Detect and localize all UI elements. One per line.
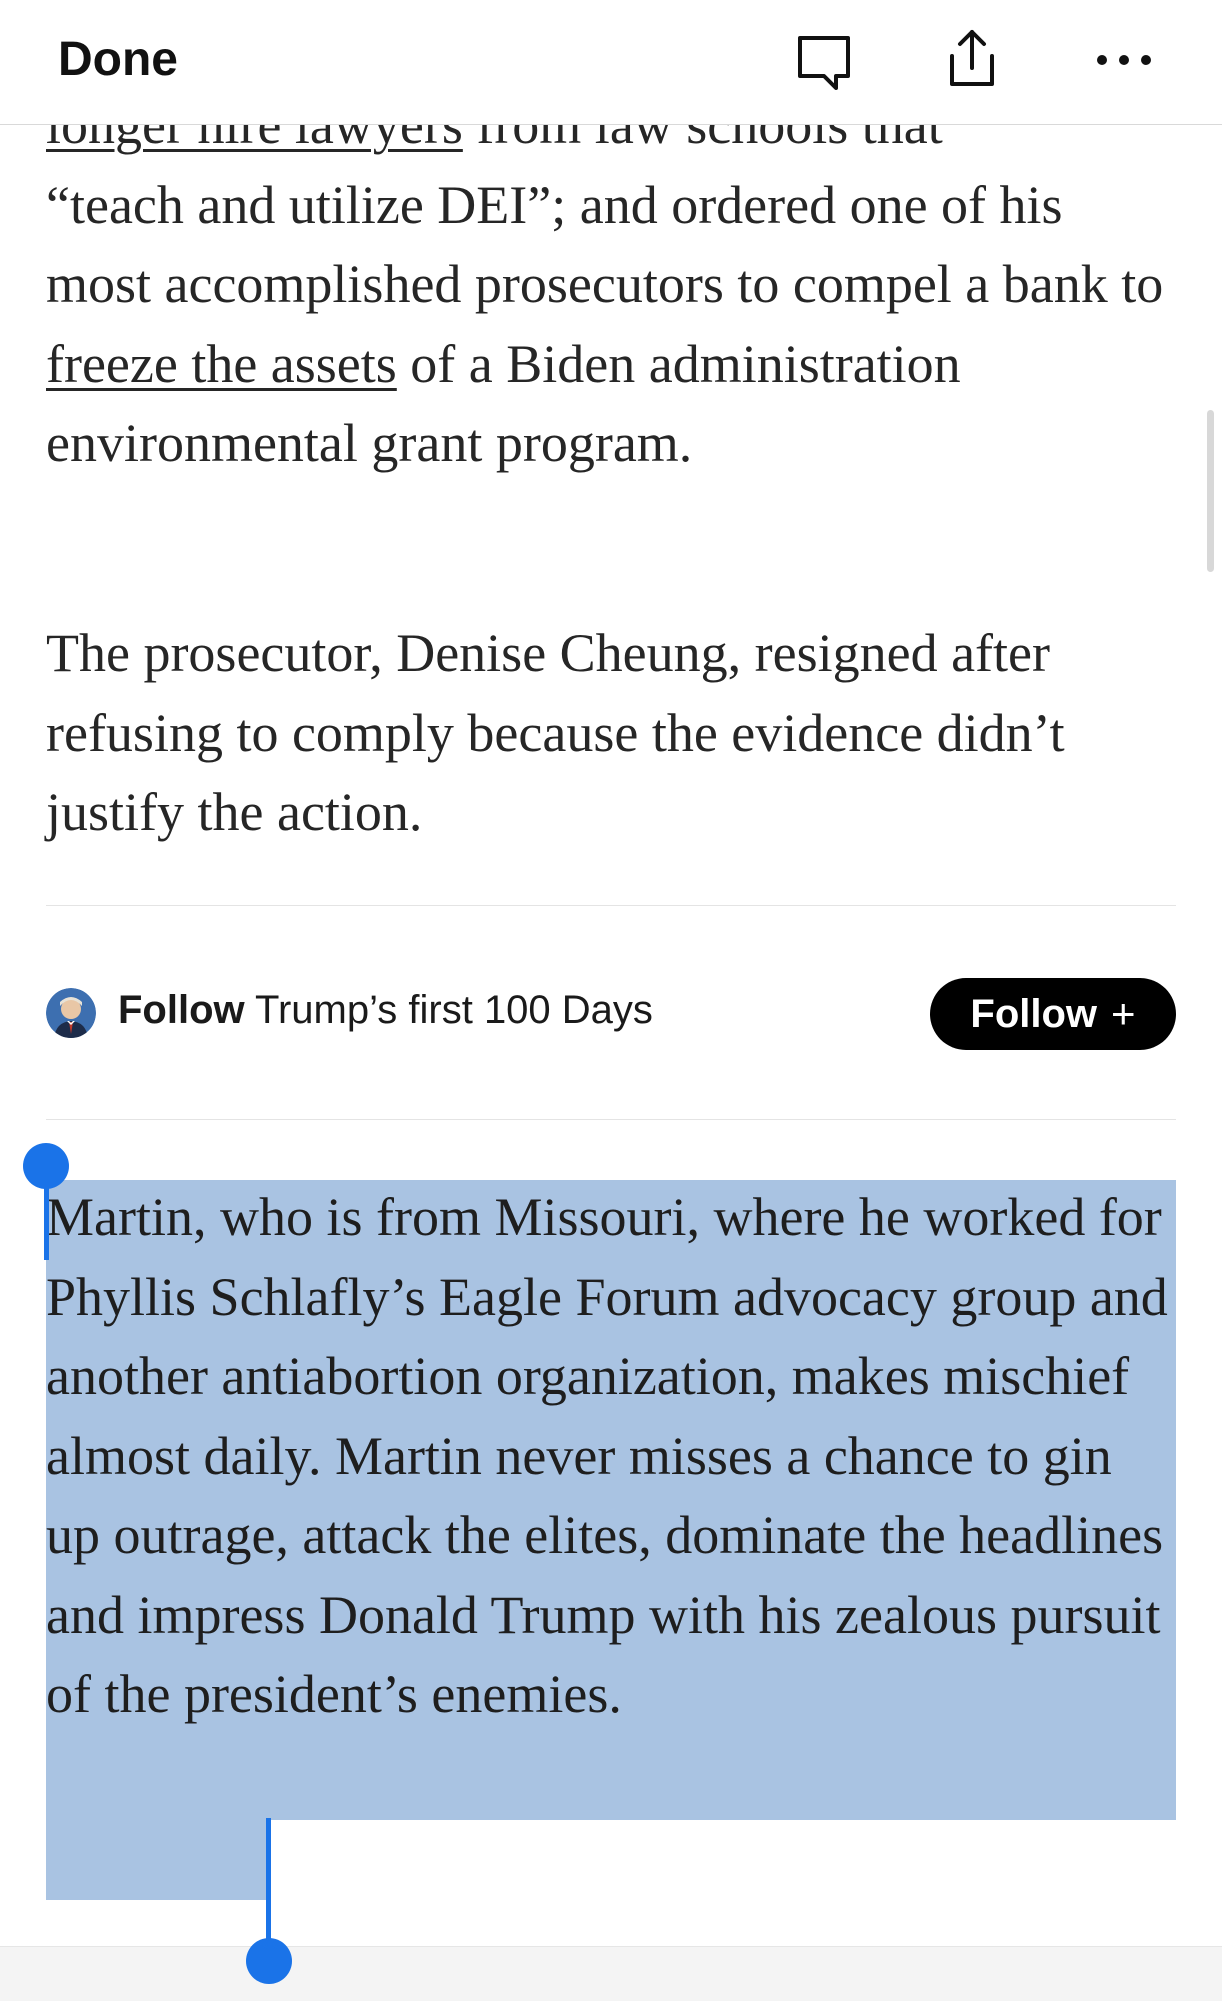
selection-end-handle[interactable] [246, 1938, 292, 1984]
divider [46, 905, 1176, 906]
selection-start-handle[interactable] [23, 1143, 69, 1189]
paragraph-text: “teach and utilize DEI”; and ordered one… [46, 174, 1164, 315]
selection-end-caret [266, 1818, 271, 1958]
follow-topic-row: Follow Trump’s first 100 Days Follow + [46, 978, 1176, 1054]
more-icon[interactable] [1092, 30, 1156, 94]
selected-paragraph[interactable]: Martin, who is from Missouri, where he w… [46, 1178, 1176, 1735]
article-paragraph: The prosecutor, Denise Cheung, resigned … [46, 623, 1065, 842]
article-paragraph: longer hire lawyers from law schools tha… [46, 86, 1176, 484]
done-button[interactable]: Done [58, 32, 178, 87]
share-icon[interactable] [940, 26, 1004, 90]
text-selection-highlight [46, 1820, 266, 1900]
top-toolbar: Done [0, 0, 1222, 125]
follow-topic-name: Trump’s first 100 Days [255, 988, 653, 1032]
topic-avatar [46, 988, 96, 1038]
follow-prefix: Follow [118, 988, 245, 1032]
follow-button[interactable]: Follow + [930, 978, 1176, 1050]
follow-topic-label: Follow Trump’s first 100 Days [118, 988, 653, 1033]
plus-icon: + [1111, 990, 1136, 1037]
follow-button-label: Follow [970, 991, 1098, 1036]
scrollbar[interactable] [1207, 410, 1214, 572]
article-link-freeze-assets[interactable]: freeze the assets [46, 334, 397, 394]
comment-icon[interactable] [792, 30, 856, 94]
bottom-bar [0, 1946, 1222, 2001]
divider [46, 1119, 1176, 1120]
